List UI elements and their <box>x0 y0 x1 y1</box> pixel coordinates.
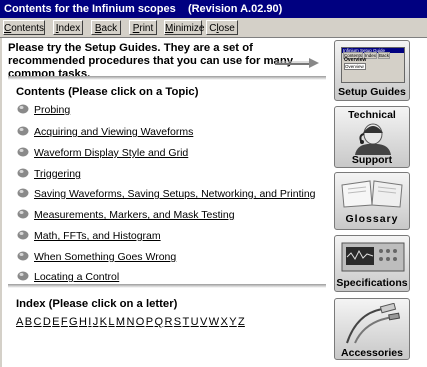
index-letter-f[interactable]: F <box>61 316 68 328</box>
index-letter-c[interactable]: C <box>33 316 41 328</box>
index-letter-a[interactable]: A <box>16 316 24 328</box>
index-letter-v[interactable]: V <box>200 316 208 328</box>
index-letter-l[interactable]: L <box>108 316 114 328</box>
contents-heading: Contents (Please click on a Topic) <box>16 86 199 98</box>
index-letter-d[interactable]: D <box>43 316 51 328</box>
left-frame-edge <box>0 38 2 367</box>
round-bullet-icon <box>17 188 29 198</box>
menu-index-button[interactable]: Index <box>53 20 83 35</box>
menu-contents-button[interactable]: Contents <box>3 20 45 35</box>
index-letter-r[interactable]: R <box>164 316 172 328</box>
index-letter-n[interactable]: N <box>126 316 134 328</box>
right-arrow-icon <box>275 58 319 68</box>
index-letter-g[interactable]: G <box>69 316 78 328</box>
round-bullet-icon <box>17 271 29 281</box>
index-letter-k[interactable]: K <box>100 316 108 328</box>
glossary-label: Glossary <box>345 213 399 225</box>
index-letter-j[interactable]: J <box>93 316 99 328</box>
technical-support-button[interactable]: Technical Support <box>334 106 410 168</box>
menu-print-button[interactable]: Print <box>129 20 157 35</box>
specifications-label: Specifications <box>336 277 408 289</box>
menu-minimize-button[interactable]: Minimize <box>164 20 204 35</box>
round-bullet-icon <box>17 147 29 157</box>
glossary-button[interactable]: Glossary <box>334 172 410 230</box>
section-divider <box>8 76 326 80</box>
topic-label: Triggering <box>34 168 81 180</box>
index-letter-u[interactable]: U <box>191 316 199 328</box>
index-letter-links: ABCDEFGHIJKLMNOPQRSTUVWXYZ <box>16 316 246 328</box>
menu-back-button[interactable]: Back <box>91 20 121 35</box>
index-letter-y[interactable]: Y <box>229 316 237 328</box>
round-bullet-icon <box>17 230 29 240</box>
index-letter-o[interactable]: O <box>136 316 145 328</box>
index-letter-h[interactable]: H <box>79 316 87 328</box>
topic-label: Math, FFTs, and Histogram <box>34 230 161 242</box>
section-divider <box>8 284 326 288</box>
topic-label: Measurements, Markers, and Mask Testing <box>34 209 235 221</box>
support-label: Support <box>351 154 393 166</box>
index-letter-m[interactable]: M <box>116 316 125 328</box>
open-book-icon <box>341 180 403 208</box>
setup-guides-button[interactable]: Infinium Setup Guide Contents Index Back O… <box>334 40 410 101</box>
setup-guides-label: Setup Guides <box>338 86 406 98</box>
oscilloscope-icon <box>341 242 405 272</box>
index-letter-w[interactable]: W <box>209 316 220 328</box>
index-letter-b[interactable]: B <box>25 316 33 328</box>
index-heading: Index (Please click on a letter) <box>16 298 178 310</box>
menu-close-button[interactable]: Close <box>206 20 238 35</box>
probe-accessory-icon <box>346 303 401 344</box>
topic-label: Saving Waveforms, Saving Setups, Network… <box>34 188 316 200</box>
menu-bar: Contents Index Back Print Minimize Close <box>0 18 427 38</box>
topic-label: Waveform Display Style and Grid <box>34 147 189 159</box>
specifications-button[interactable]: Specifications <box>334 235 410 292</box>
accessories-label: Accessories <box>341 347 403 359</box>
index-letter-q[interactable]: Q <box>154 316 163 328</box>
index-letter-z[interactable]: Z <box>238 316 245 328</box>
round-bullet-icon <box>17 126 29 136</box>
index-letter-i[interactable]: I <box>88 316 91 328</box>
round-bullet-icon <box>17 251 29 261</box>
topic-label: Locating a Control <box>34 271 120 283</box>
support-person-icon <box>355 123 391 155</box>
topic-label: Acquiring and Viewing Waveforms <box>34 126 194 138</box>
window-title: Contents for the Infinium scopes (Revisi… <box>0 0 427 18</box>
index-letter-t[interactable]: T <box>183 316 190 328</box>
topic-label: Probing <box>34 104 71 116</box>
index-letter-e[interactable]: E <box>52 316 60 328</box>
technical-label: Technical <box>348 109 396 121</box>
thumbnail-tab: Overview <box>344 63 366 70</box>
topic-label: When Something Goes Wrong <box>34 251 177 263</box>
setup-guides-thumbnail: Infinium Setup Guide Contents Index Back O… <box>341 47 405 83</box>
index-letter-x[interactable]: X <box>220 316 228 328</box>
round-bullet-icon <box>17 209 29 219</box>
index-letter-p[interactable]: P <box>146 316 154 328</box>
accessories-button[interactable]: Accessories <box>334 298 410 360</box>
round-bullet-icon <box>17 168 29 178</box>
index-letter-s[interactable]: S <box>174 316 182 328</box>
round-bullet-icon <box>17 104 29 114</box>
